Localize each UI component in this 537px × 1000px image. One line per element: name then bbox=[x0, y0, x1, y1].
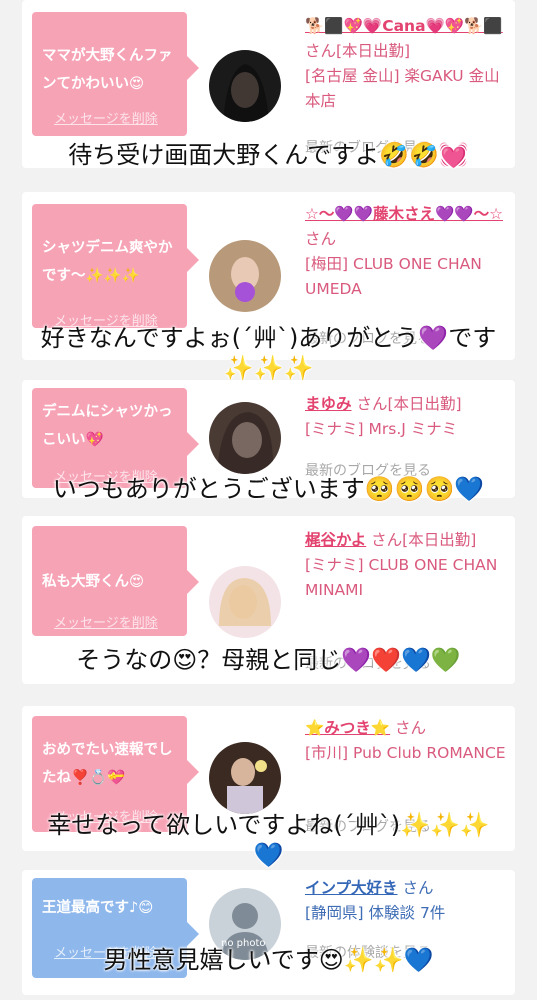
avatar[interactable] bbox=[209, 742, 281, 814]
message-text: おめでたい速報でしたね❣️💍💝 bbox=[42, 742, 173, 786]
cast-info: インプ大好き さん [静岡県] 体験談 7件 bbox=[305, 876, 510, 926]
message-text: 私も大野くん😍 bbox=[42, 574, 145, 590]
cast-name-link[interactable]: ☆〜💜💜藤木さえ💜💜〜☆ bbox=[305, 205, 503, 223]
overlay-comment: 男性意見嬉しいです😍✨✨💙 bbox=[103, 946, 434, 974]
overlay-comment: 好きなんですよぉ(´艸`)ありがとう💜です✨✨✨ bbox=[40, 324, 497, 382]
message-text: ママが大野くんファンてかわいい😍 bbox=[42, 48, 173, 92]
cast-info: まゆみ さん[本日出勤] [ミナミ] Mrs.J ミナミ bbox=[305, 392, 510, 442]
message-bubble: シャツデニム爽やかです〜✨✨✨ メッセージを削除 bbox=[32, 204, 199, 329]
cast-info: ☆〜💜💜藤木さえ💜💜〜☆ さん [梅田] CLUB ONE CHAN UMEDA bbox=[305, 202, 510, 302]
message-bubble: ママが大野くんファンてかわいい😍 メッセージを削除 bbox=[32, 12, 199, 136]
shop-info: [静岡県] 体験談 7件 bbox=[305, 904, 446, 922]
shop-info: [名古屋 金山] 楽GAKU 金山本店 bbox=[305, 67, 500, 110]
delete-message-link[interactable]: メッセージを削除 bbox=[54, 108, 158, 127]
cast-info: 🐕⬛💖💗Cana💗💖🐕⬛ さん[本日出勤] [名古屋 金山] 楽GAKU 金山本… bbox=[305, 14, 510, 114]
cast-status: さん bbox=[402, 879, 434, 897]
cast-name-link[interactable]: 🐕⬛💖💗Cana💗💖🐕⬛ bbox=[305, 17, 503, 35]
cast-info: 梶谷かよ さん[本日出勤] [ミナミ] CLUB ONE CHAN MINAMI bbox=[305, 528, 510, 603]
message-card: 王道最高です♪😊 メッセージを削除 no photo インプ大好き さん [静岡… bbox=[22, 870, 515, 995]
cast-status: さん bbox=[395, 719, 427, 737]
cast-name-link[interactable]: インプ大好き bbox=[305, 879, 398, 897]
overlay-comment: 待ち受け画面大野くんですよ🤣🤣💓 bbox=[68, 141, 469, 169]
overlay-comment: いつもありがとうございます🥺🥺🥺💙 bbox=[52, 475, 485, 503]
shop-info: [市川] Pub Club ROMANCE bbox=[305, 744, 506, 762]
message-text: デニムにシャツかっこいい💖 bbox=[42, 404, 173, 448]
shop-info: [梅田] CLUB ONE CHAN UMEDA bbox=[305, 255, 482, 298]
message-text: シャツデニム爽やかです〜✨✨✨ bbox=[42, 240, 173, 284]
avatar[interactable] bbox=[209, 566, 281, 638]
avatar[interactable] bbox=[209, 402, 281, 474]
cast-name-link[interactable]: ⭐みつき⭐ bbox=[305, 719, 390, 737]
avatar[interactable] bbox=[209, 240, 281, 312]
cast-status: さん[本日出勤] bbox=[371, 531, 477, 549]
cast-name-link[interactable]: 梶谷かよ bbox=[305, 531, 366, 549]
shop-info: [ミナミ] Mrs.J ミナミ bbox=[305, 420, 458, 438]
avatar[interactable] bbox=[209, 50, 281, 122]
cast-info: ⭐みつき⭐ さん [市川] Pub Club ROMANCE bbox=[305, 716, 510, 766]
shop-info: [ミナミ] CLUB ONE CHAN MINAMI bbox=[305, 556, 498, 599]
message-bubble: 私も大野くん😍 メッセージを削除 bbox=[32, 526, 199, 636]
cast-name-link[interactable]: まゆみ bbox=[305, 395, 352, 413]
cast-status: さん bbox=[305, 230, 337, 248]
delete-message-link[interactable]: メッセージを削除 bbox=[54, 612, 158, 631]
overlay-comment: そうなの😍？母親と同じ💜❤️💙💚 bbox=[76, 646, 461, 674]
overlay-comment: 幸せなって欲しいですよね(´艸`)✨✨✨💙 bbox=[47, 811, 490, 869]
cast-status: さん[本日出勤] bbox=[356, 395, 462, 413]
message-bubble: デニムにシャツかっこいい💖 メッセージを削除 bbox=[32, 388, 199, 488]
cast-status: さん[本日出勤] bbox=[305, 42, 411, 60]
message-text: 王道最高です♪😊 bbox=[42, 900, 154, 916]
